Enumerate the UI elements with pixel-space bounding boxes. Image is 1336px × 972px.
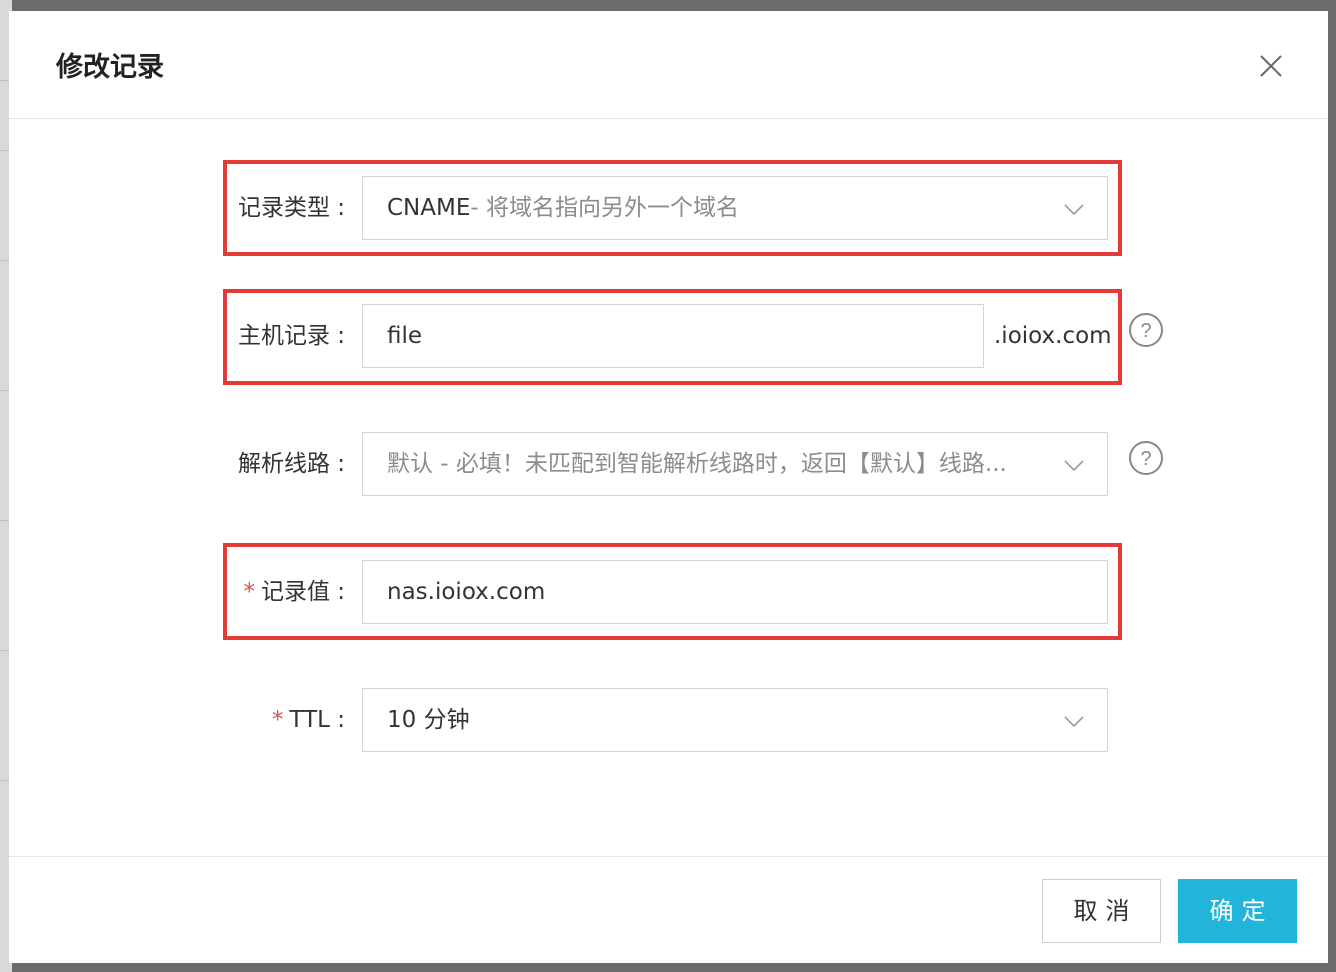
dialog-header: 修改记录: [9, 11, 1328, 119]
cancel-button[interactable]: 取消: [1042, 879, 1161, 943]
ttl-label: * TTL :: [272, 688, 345, 752]
record-value-input[interactable]: nas.ioiox.com: [362, 560, 1108, 624]
record-type-row: 记录类型 : CNAME- 将域名指向另外一个域名: [9, 176, 1328, 240]
required-mark: *: [271, 707, 284, 733]
record-value-label-text: 记录值 :: [260, 579, 345, 605]
dialog-footer: 取消 确定: [9, 856, 1328, 963]
resolve-line-row: 解析线路 : 默认 - 必填！未匹配到智能解析线路时，返回【默认】线路... ?: [9, 432, 1328, 496]
resolve-line-label: 解析线路 :: [237, 451, 345, 477]
svg-text:?: ?: [1140, 448, 1151, 470]
confirm-button[interactable]: 确定: [1178, 879, 1297, 943]
ttl-value: 10 分钟: [387, 707, 470, 733]
close-icon[interactable]: [1256, 51, 1286, 81]
host-record-row: 主机记录 : file .ioiox.com ?: [9, 304, 1328, 368]
question-circle-icon[interactable]: ?: [1128, 312, 1164, 348]
host-record-input[interactable]: file: [362, 304, 984, 368]
required-mark: *: [243, 579, 255, 605]
domain-suffix: .ioiox.com: [994, 323, 1112, 349]
resolve-line-select[interactable]: 默认 - 必填！未匹配到智能解析线路时，返回【默认】线路...: [362, 432, 1108, 496]
resolve-line-value: 默认 - 必填！未匹配到智能解析线路时，返回【默认】线路...: [387, 451, 1007, 477]
chevron-down-icon: [1063, 454, 1085, 476]
chevron-down-icon: [1063, 710, 1085, 732]
record-type-select[interactable]: CNAME- 将域名指向另外一个域名: [362, 176, 1108, 240]
edit-record-dialog: 修改记录 记录类型 : CNAME- 将域名指向另外一个域名 主机记录 : fi…: [9, 11, 1328, 963]
dialog-title: 修改记录: [56, 52, 164, 83]
record-value-row: * 记录值 : nas.ioiox.com: [9, 560, 1328, 624]
record-type-value-desc: - 将域名指向另外一个域名: [470, 195, 739, 221]
record-type-value-prefix: CNAME: [387, 195, 471, 221]
ttl-select[interactable]: 10 分钟: [362, 688, 1108, 752]
svg-text:?: ?: [1140, 320, 1151, 342]
chevron-down-icon: [1063, 198, 1085, 220]
ttl-row: * TTL : 10 分钟: [9, 688, 1328, 752]
ttl-label-text: TTL :: [289, 707, 345, 733]
record-value-label: * 记录值 :: [243, 560, 345, 624]
question-circle-icon[interactable]: ?: [1128, 440, 1164, 476]
host-record-label: 主机记录 :: [237, 323, 345, 349]
record-type-label: 记录类型 :: [237, 195, 345, 221]
